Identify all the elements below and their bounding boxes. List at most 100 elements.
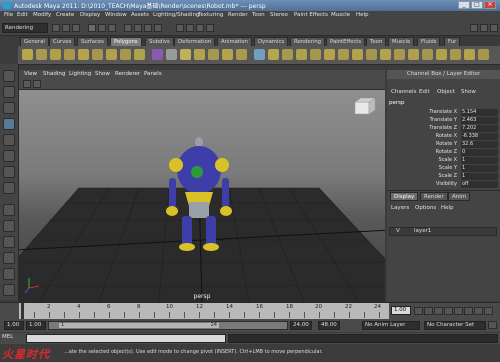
tab-toon[interactable]: Toon	[366, 37, 387, 46]
chamfer-vertex-icon[interactable]	[380, 49, 391, 60]
duplicate-face-icon[interactable]	[422, 49, 433, 60]
smooth-icon[interactable]	[194, 49, 205, 60]
viewport-menu-renderer[interactable]: Renderer	[115, 71, 140, 77]
step-back-key-icon[interactable]	[434, 307, 443, 315]
render-settings-icon[interactable]	[206, 24, 214, 32]
viewport-menu-shading[interactable]: Shading	[43, 71, 65, 77]
attr-value[interactable]: 1	[461, 157, 498, 164]
select-object-icon[interactable]	[98, 24, 106, 32]
tab-rendering[interactable]: Rendering	[290, 37, 326, 46]
boolean-union-icon[interactable]	[208, 49, 219, 60]
menu-file[interactable]: File	[4, 12, 13, 18]
attr-value[interactable]: 0	[461, 149, 498, 156]
attr-value[interactable]: 32.6	[461, 141, 498, 148]
snap-grid-icon[interactable]	[124, 24, 132, 32]
attr-value[interactable]: 5.154	[461, 109, 498, 116]
attr-rotate-z[interactable]: Rotate Z 0	[397, 149, 498, 156]
maximize-button[interactable]: □	[471, 1, 483, 9]
attr-rotate-y[interactable]: Rotate Y 32.6	[397, 141, 498, 148]
show-tool-settings-icon[interactable]	[480, 24, 488, 32]
playback-range-bar[interactable]: 1 24	[48, 321, 288, 330]
menu-lighting-shading[interactable]: Lighting/Shading	[153, 12, 199, 18]
menu-stereo[interactable]: Stereo	[270, 12, 288, 18]
poly-sphere-icon[interactable]	[22, 49, 33, 60]
offset-edge-loop-icon[interactable]	[324, 49, 335, 60]
render-frame-icon[interactable]	[186, 24, 194, 32]
new-scene-icon[interactable]	[52, 24, 60, 32]
tab-painteffects[interactable]: PaintEffects	[326, 37, 366, 46]
playback-start-field[interactable]: 1.00	[26, 321, 46, 330]
bridge-icon[interactable]	[268, 49, 279, 60]
merge-icon[interactable]	[352, 49, 363, 60]
poly-torus-icon[interactable]	[92, 49, 103, 60]
tab-deformation[interactable]: Deformation	[174, 37, 216, 46]
menu-window[interactable]: Window	[105, 12, 127, 18]
cb-menu-object[interactable]: Object	[437, 89, 455, 95]
attr-value[interactable]: 2.463	[461, 117, 498, 124]
custom-layout-icon[interactable]	[3, 284, 15, 296]
attr-rotate-x[interactable]: Rotate X -6.338	[397, 133, 498, 140]
select-tool-icon[interactable]	[3, 70, 15, 82]
persp-graph-layout-icon[interactable]	[3, 252, 15, 264]
wedge-face-icon[interactable]	[408, 49, 419, 60]
cb-menu-channels[interactable]: Channels	[391, 89, 416, 95]
current-time-indicator[interactable]	[21, 303, 24, 319]
menu-assets[interactable]: Assets	[131, 12, 149, 18]
attr-value[interactable]: -6.338	[461, 133, 498, 140]
attr-value[interactable]: 7.202	[461, 125, 498, 132]
poly-plane-icon[interactable]	[78, 49, 89, 60]
attr-scale-x[interactable]: Scale X 1	[397, 157, 498, 164]
open-scene-icon[interactable]	[62, 24, 70, 32]
layer-row[interactable]: V layer1	[389, 227, 497, 236]
paint-select-tool-icon[interactable]	[3, 102, 15, 114]
attr-scale-z[interactable]: Scale Z 1	[397, 173, 498, 180]
step-forward-key-icon[interactable]	[464, 307, 473, 315]
tab-dynamics[interactable]: Dynamics	[254, 37, 289, 46]
uv-editor-icon[interactable]	[464, 49, 475, 60]
menu-display[interactable]: Display	[80, 12, 100, 18]
mel-label[interactable]: MEL	[2, 334, 13, 340]
command-input[interactable]	[26, 334, 226, 343]
split-polygon-icon[interactable]	[296, 49, 307, 60]
snap-surface-icon[interactable]	[154, 24, 162, 32]
minimize-button[interactable]: _	[458, 1, 470, 9]
current-frame-field[interactable]: 1.00	[391, 306, 411, 315]
single-view-layout-icon[interactable]	[3, 204, 15, 216]
poly-cone-icon[interactable]	[64, 49, 75, 60]
attr-value[interactable]: 1	[461, 165, 498, 172]
cb-menu-edit[interactable]: Edit	[419, 89, 430, 95]
combine-icon[interactable]	[152, 49, 163, 60]
attr-value[interactable]: 1	[461, 173, 498, 180]
animation-start-field[interactable]: 1.00	[4, 321, 24, 330]
layer-menu-help[interactable]: Help	[441, 205, 454, 211]
snap-curve-icon[interactable]	[134, 24, 142, 32]
collapse-icon[interactable]	[366, 49, 377, 60]
tab-render-layers[interactable]: Render	[420, 192, 448, 201]
attr-translate-z[interactable]: Translate Z 7.202	[397, 125, 498, 132]
triangulate-icon[interactable]	[436, 49, 447, 60]
persp-outliner-layout-icon[interactable]	[3, 236, 15, 248]
tab-display-layers[interactable]: Display	[390, 192, 419, 201]
history-icon[interactable]	[176, 24, 184, 32]
menu-set-dropdown[interactable]: Rendering	[2, 23, 48, 33]
menu-paint-effects[interactable]: Paint Effects	[294, 12, 328, 18]
menu-modify[interactable]: Modify	[33, 12, 51, 18]
show-attribute-editor-icon[interactable]	[470, 24, 478, 32]
show-channel-box-icon[interactable]	[490, 24, 498, 32]
close-button[interactable]: ✕	[484, 1, 496, 9]
tab-fluids[interactable]: Fluids	[417, 37, 441, 46]
animation-end-field[interactable]: 48.00	[318, 321, 340, 330]
save-scene-icon[interactable]	[72, 24, 80, 32]
attr-scale-y[interactable]: Scale Y 1	[397, 165, 498, 172]
menu-create[interactable]: Create	[56, 12, 74, 18]
timeline-track[interactable]: 2 4 6 8 10 12 14 16 18 20 22 24	[19, 303, 389, 319]
tab-surfaces[interactable]: Surfaces	[77, 37, 108, 46]
poke-face-icon[interactable]	[394, 49, 405, 60]
snap-point-icon[interactable]	[144, 24, 152, 32]
menu-edit[interactable]: Edit	[17, 12, 28, 18]
step-forward-frame-icon[interactable]	[474, 307, 483, 315]
perspective-view[interactable]: persp	[19, 90, 385, 302]
tab-fur[interactable]: Fur	[444, 37, 461, 46]
poly-pipe-icon[interactable]	[106, 49, 117, 60]
attr-translate-y[interactable]: Translate Y 2.463	[397, 117, 498, 124]
